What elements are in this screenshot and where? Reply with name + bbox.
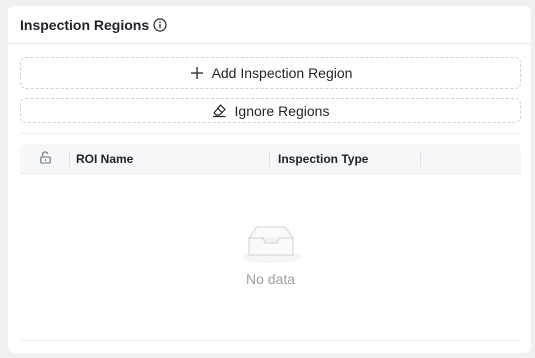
empty-state-text: No data (245, 271, 296, 287)
empty-state: No data (20, 174, 521, 340)
unlock-icon[interactable] (39, 150, 52, 167)
inspection-type-header-label: Inspection Type (278, 151, 369, 166)
panel-header: Inspection Regions (8, 6, 531, 44)
empty-inbox-icon (239, 221, 303, 265)
ignore-regions-label: Ignore Regions (234, 102, 330, 119)
table-header: ROI Name Inspection Type (20, 144, 521, 174)
column-header-roi-name[interactable]: ROI Name (70, 144, 270, 173)
info-circle-icon[interactable] (153, 17, 167, 32)
eraser-icon (212, 103, 228, 119)
ignore-regions-button[interactable]: Ignore Regions (20, 98, 521, 123)
add-inspection-region-button[interactable]: Add Inspection Region (20, 57, 521, 89)
column-header-inspection-type[interactable]: Inspection Type (270, 144, 421, 173)
column-header-actions (421, 144, 521, 173)
divider (20, 340, 521, 341)
divider (20, 133, 521, 134)
inspection-regions-panel: Inspection Regions Add Inspection Region (8, 6, 531, 353)
panel-title: Inspection Regions (20, 16, 150, 33)
lock-column-header[interactable] (20, 144, 70, 173)
add-inspection-region-label: Add Inspection Region (211, 65, 353, 81)
roi-name-header-label: ROI Name (76, 151, 134, 166)
plus-icon (189, 65, 205, 81)
